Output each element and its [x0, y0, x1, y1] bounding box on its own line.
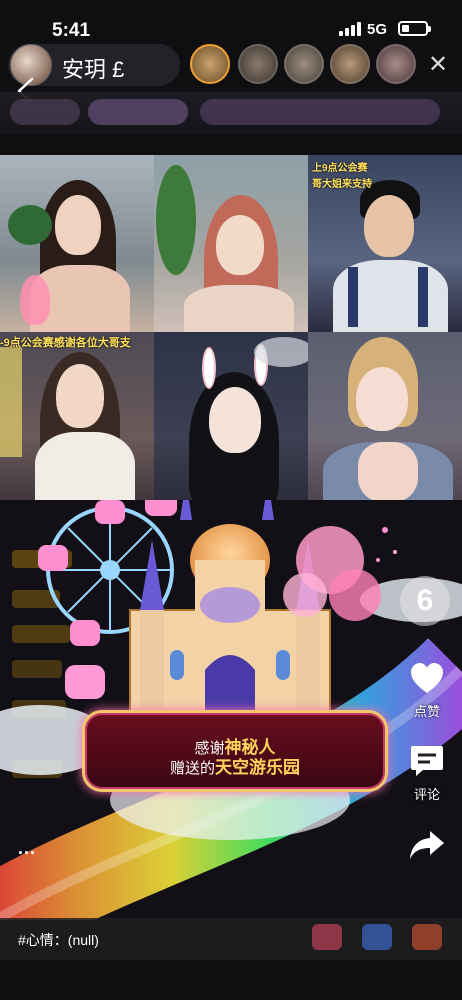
gift-sent-prefix: 赠送的 [169, 760, 215, 777]
comment-icon[interactable] [408, 742, 446, 780]
gift-name: 天空游乐园 [215, 758, 300, 777]
network-type: 5G [367, 21, 388, 38]
tile-caption: -9点公会赛感谢各位大哥支 [0, 337, 131, 349]
chat-button[interactable] [362, 924, 392, 950]
comment-label: 评论 [413, 787, 440, 802]
mood-text: #心情：(null) [18, 932, 99, 948]
ticker-pill [200, 99, 440, 125]
host-name: 安玥 £ [62, 52, 124, 84]
video-tile-6[interactable] [308, 332, 462, 509]
viewer-avatar[interactable] [284, 44, 324, 84]
share-icon[interactable] [408, 825, 446, 863]
like-label: 点赞 [413, 704, 440, 719]
tile-caption: 上9点公会赛 [312, 163, 368, 174]
viewer-avatar[interactable] [190, 44, 230, 84]
six-button[interactable]: 6 [400, 576, 450, 626]
gift-message-banner: 感谢神秘人 赠送的天空游乐园 [82, 710, 388, 792]
video-tile-4[interactable]: -9点公会赛感谢各位大哥支 [0, 332, 154, 509]
video-grid: 上9点公会赛 哥大姐来支持 -9点公会赛感谢各位大哥支 [0, 155, 462, 510]
gift-button[interactable] [312, 924, 342, 950]
host-badge: £ [112, 57, 125, 82]
heart-icon[interactable] [408, 660, 446, 698]
status-bar: 5:41 5G [0, 0, 462, 41]
video-tile-5[interactable] [154, 332, 308, 509]
viewer-avatar[interactable] [238, 44, 278, 84]
video-tile-1[interactable] [0, 155, 154, 332]
video-tile-2[interactable] [154, 155, 308, 332]
host-name-text: 安玥 [62, 57, 107, 82]
gift-line-2: 赠送的天空游乐园 [85, 753, 385, 778]
status-time: 5:41 [52, 20, 91, 41]
tile-caption: 哥大姐来支持 [312, 179, 372, 190]
close-icon[interactable]: ✕ [428, 50, 448, 79]
viewer-avatar[interactable] [330, 44, 370, 84]
more-dots[interactable]: ... [18, 838, 36, 859]
viewer-avatar[interactable] [376, 44, 416, 84]
video-tile-3[interactable]: 上9点公会赛 哥大姐来支持 [308, 155, 462, 332]
signal-icon [339, 22, 363, 36]
ticker-pill [88, 99, 188, 125]
extra-button[interactable] [412, 924, 442, 950]
battery-icon [398, 21, 431, 36]
ticker-pill [10, 99, 80, 125]
